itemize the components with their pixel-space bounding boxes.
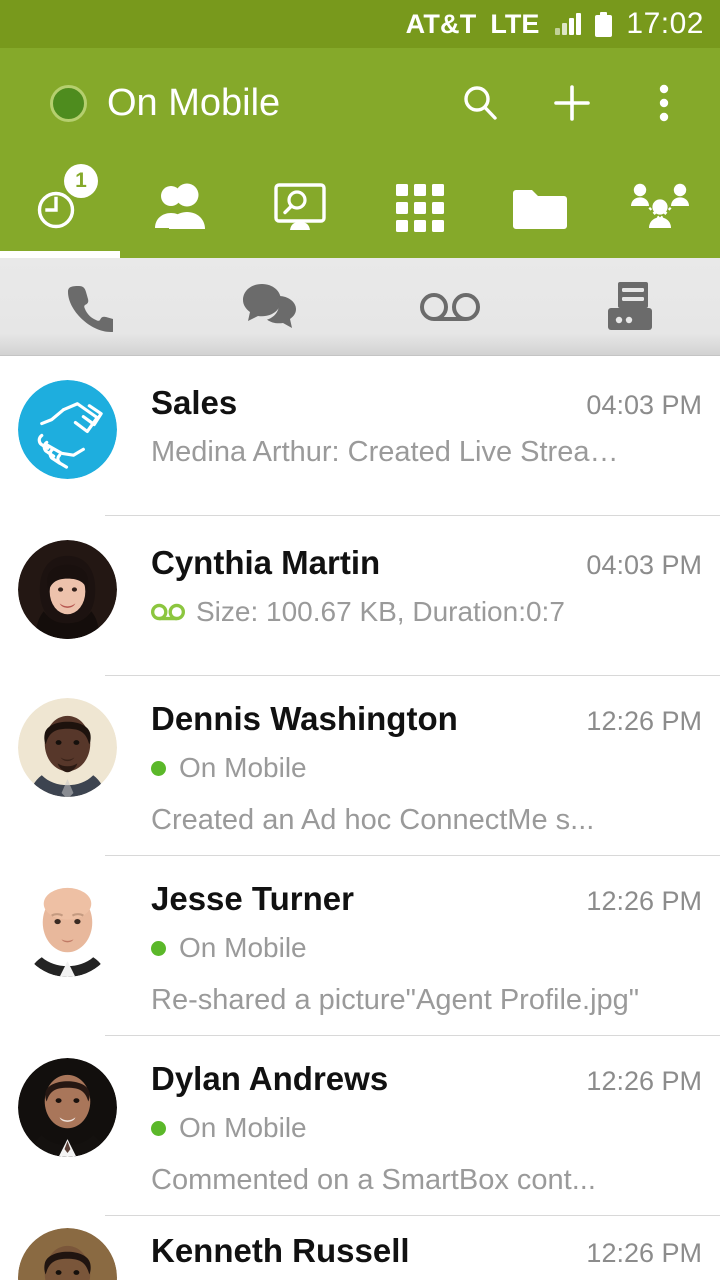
list-item-title: Sales xyxy=(151,384,238,421)
list-item-body: Dennis Washington 12:26 PM On Mobile Cre… xyxy=(151,676,702,856)
voicemail-icon xyxy=(151,602,185,622)
list-item-time: 04:03 PM xyxy=(586,390,702,420)
presence-dot-icon xyxy=(151,940,166,956)
list-item-body: Kenneth Russell 12:26 PM xyxy=(151,1216,702,1280)
battery-icon xyxy=(595,11,613,37)
avatar xyxy=(18,1228,117,1280)
list-item-body: Cynthia Martin 04:03 PM Size: 100.67 KB,… xyxy=(151,516,702,676)
list-item[interactable]: Kenneth Russell 12:26 PM xyxy=(0,1216,720,1280)
list-item-time: 12:26 PM xyxy=(586,886,702,916)
app-root: AT&T LTE 17:02 On Mobile 1 Sales 04:03 P… xyxy=(0,0,720,1280)
list-item-title: Jesse Turner xyxy=(151,880,354,917)
list-item-header: Cynthia Martin 04:03 PM xyxy=(151,544,702,582)
list-item-header: Kenneth Russell 12:26 PM xyxy=(151,1232,702,1270)
list-item-status: On Mobile xyxy=(151,932,702,964)
list-item[interactable]: Cynthia Martin 04:03 PM Size: 100.67 KB,… xyxy=(0,516,720,676)
avatar xyxy=(18,540,117,639)
clock-label: 17:02 xyxy=(626,7,704,40)
app-bar-actions xyxy=(458,81,686,125)
avatar xyxy=(18,878,117,977)
presence-dot-icon xyxy=(151,760,166,776)
tab-contacts[interactable] xyxy=(120,158,240,258)
network-type-label: LTE xyxy=(490,8,540,39)
tab-voicemail[interactable] xyxy=(360,258,540,355)
list-item-status-label: On Mobile xyxy=(179,932,307,963)
recents-list[interactable]: Sales 04:03 PM Medina Arthur: Created Li… xyxy=(0,356,720,1280)
list-item-title: Cynthia Martin xyxy=(151,544,381,581)
list-item-subtitle: Commented on a SmartBox cont... xyxy=(151,1164,596,1196)
presence-status-label[interactable]: On Mobile xyxy=(107,82,458,125)
status-bar: AT&T LTE 17:02 xyxy=(0,0,720,48)
search-icon[interactable] xyxy=(458,81,502,125)
list-item-status: On Mobile xyxy=(151,1112,702,1144)
secondary-tab-bar xyxy=(0,258,720,356)
avatar xyxy=(18,380,117,479)
overflow-menu-icon[interactable] xyxy=(642,81,686,125)
list-item-title: Kenneth Russell xyxy=(151,1232,410,1269)
list-item-time: 12:26 PM xyxy=(586,1066,702,1096)
primary-tab-bar: 1 xyxy=(0,158,720,258)
list-item[interactable]: Jesse Turner 12:26 PM On Mobile Re-share… xyxy=(0,856,720,1036)
add-icon[interactable] xyxy=(550,81,594,125)
list-item[interactable]: Sales 04:03 PM Medina Arthur: Created Li… xyxy=(0,356,720,516)
list-item-header: Dennis Washington 12:26 PM xyxy=(151,700,702,738)
tab-files[interactable] xyxy=(480,158,600,258)
list-item-subtitle: Created an Ad hoc ConnectMe s... xyxy=(151,804,595,836)
list-item-status: On Mobile xyxy=(151,752,702,784)
list-item-time: 12:26 PM xyxy=(586,706,702,736)
list-item-body: Jesse Turner 12:26 PM On Mobile Re-share… xyxy=(151,856,702,1036)
list-item-subtitle: Size: 100.67 KB, Duration:0:7 xyxy=(196,596,565,627)
tab-recents[interactable]: 1 xyxy=(0,158,120,258)
carrier-label: AT&T xyxy=(405,8,477,39)
tab-screen-share[interactable] xyxy=(240,158,360,258)
presence-status-icon[interactable] xyxy=(50,84,87,122)
list-item-subtitle: Re-shared a picture"Agent Profile.jpg" xyxy=(151,984,640,1016)
signal-bars-icon xyxy=(555,13,582,35)
avatar xyxy=(18,1058,117,1157)
list-item-header: Sales 04:03 PM xyxy=(151,384,702,422)
list-item-time: 12:26 PM xyxy=(586,1238,702,1268)
presence-dot-icon xyxy=(151,1120,166,1136)
list-item-status-label: On Mobile xyxy=(179,752,307,783)
tab-fax[interactable] xyxy=(540,258,720,355)
tab-chats[interactable] xyxy=(180,258,360,355)
list-item-body: Dylan Andrews 12:26 PM On Mobile Comment… xyxy=(151,1036,702,1216)
tab-calls[interactable] xyxy=(0,258,180,355)
list-item-title: Dennis Washington xyxy=(151,700,458,737)
avatar xyxy=(18,698,117,797)
list-item-time: 04:03 PM xyxy=(586,550,702,580)
list-item-body: Sales 04:03 PM Medina Arthur: Created Li… xyxy=(151,356,702,516)
active-tab-indicator xyxy=(0,251,120,258)
tab-conference[interactable] xyxy=(600,158,720,258)
list-item-subtitle: Medina Arthur: Created Live Strea… xyxy=(151,436,619,468)
list-item-status-label: On Mobile xyxy=(179,1112,307,1143)
list-item-title: Dylan Andrews xyxy=(151,1060,389,1097)
recents-badge: 1 xyxy=(64,164,98,198)
list-item-subtitle-row: Size: 100.67 KB, Duration:0:7 xyxy=(151,596,702,628)
app-bar: On Mobile xyxy=(0,48,720,158)
list-item[interactable]: Dylan Andrews 12:26 PM On Mobile Comment… xyxy=(0,1036,720,1216)
list-item-header: Dylan Andrews 12:26 PM xyxy=(151,1060,702,1098)
list-item[interactable]: Dennis Washington 12:26 PM On Mobile Cre… xyxy=(0,676,720,856)
tab-dialpad[interactable] xyxy=(360,158,480,258)
list-item-header: Jesse Turner 12:26 PM xyxy=(151,880,702,918)
